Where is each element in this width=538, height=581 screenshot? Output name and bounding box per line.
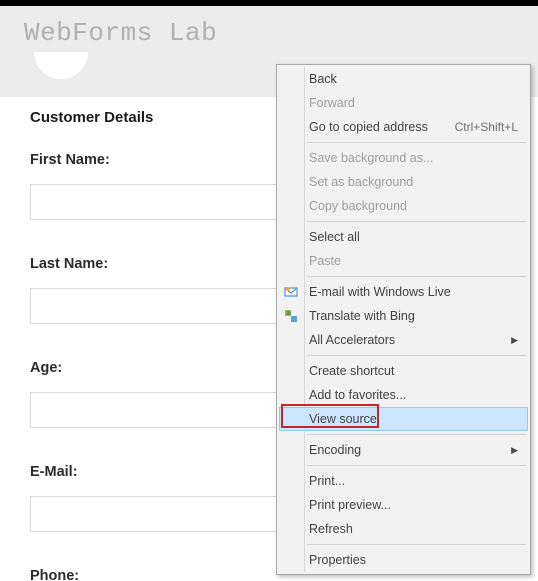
chevron-right-icon: ▶ <box>511 332 518 348</box>
menu-forward: Forward <box>279 91 528 115</box>
menu-separator <box>307 465 526 466</box>
menu-set-background: Set as background <box>279 170 528 194</box>
menu-email-windows-live[interactable]: E-mail with Windows Live <box>279 280 528 304</box>
menu-refresh[interactable]: Refresh <box>279 517 528 541</box>
menu-separator <box>307 276 526 277</box>
bing-translate-icon: あ <box>282 308 300 324</box>
menu-separator <box>307 355 526 356</box>
menu-separator <box>307 221 526 222</box>
menu-select-all[interactable]: Select all <box>279 225 528 249</box>
site-title: WebForms Lab <box>24 18 514 48</box>
windows-live-icon <box>282 284 300 300</box>
menu-separator <box>307 544 526 545</box>
menu-save-background: Save background as... <box>279 146 528 170</box>
context-menu: Back Forward Go to copied address Ctrl+S… <box>276 64 531 575</box>
menu-create-shortcut[interactable]: Create shortcut <box>279 359 528 383</box>
menu-paste: Paste <box>279 249 528 273</box>
menu-all-accelerators[interactable]: All Accelerators ▶ <box>279 328 528 352</box>
menu-print[interactable]: Print... <box>279 469 528 493</box>
menu-back[interactable]: Back <box>279 67 528 91</box>
menu-copy-background: Copy background <box>279 194 528 218</box>
avatar-placeholder <box>34 52 88 79</box>
menu-encoding[interactable]: Encoding ▶ <box>279 438 528 462</box>
svg-text:あ: あ <box>286 311 291 317</box>
menu-separator <box>307 142 526 143</box>
menu-separator <box>307 434 526 435</box>
menu-translate-bing[interactable]: あ Translate with Bing <box>279 304 528 328</box>
menu-view-source[interactable]: View source <box>279 407 528 431</box>
menu-properties[interactable]: Properties <box>279 548 528 572</box>
menu-go-copied-address[interactable]: Go to copied address Ctrl+Shift+L <box>279 115 528 139</box>
chevron-right-icon: ▶ <box>511 442 518 458</box>
menu-add-favorites[interactable]: Add to favorites... <box>279 383 528 407</box>
menu-go-copied-shortcut: Ctrl+Shift+L <box>443 119 518 135</box>
menu-print-preview[interactable]: Print preview... <box>279 493 528 517</box>
